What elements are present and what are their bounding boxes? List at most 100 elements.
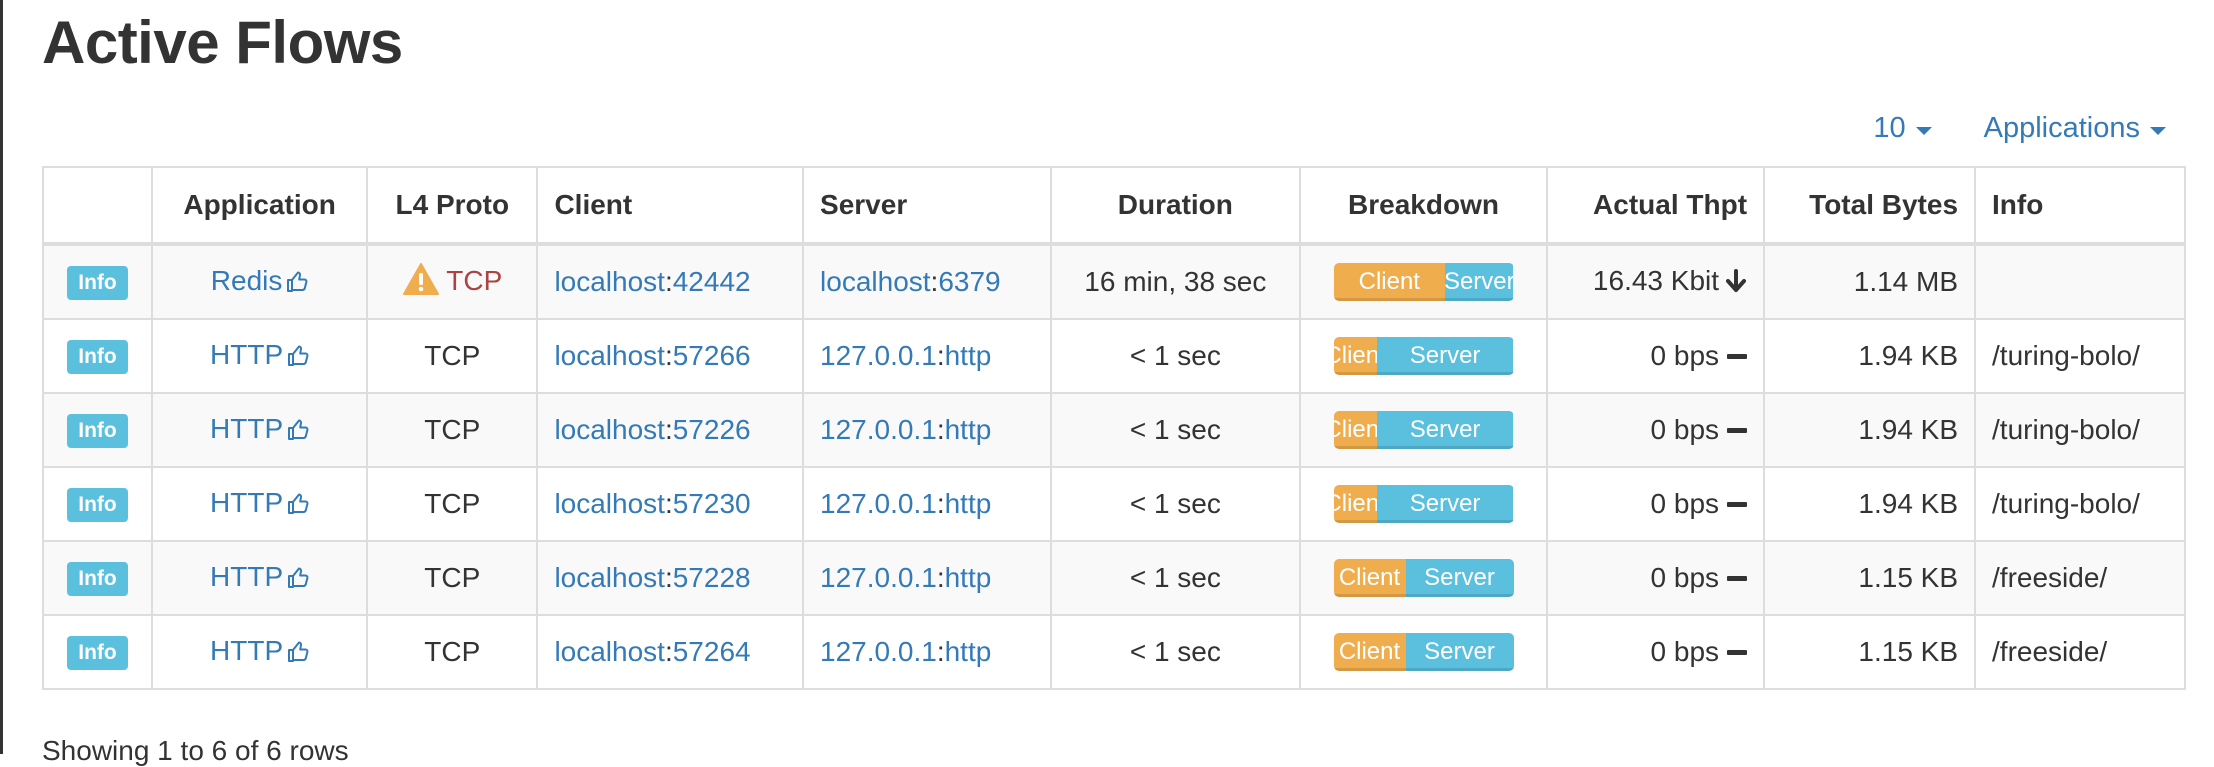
arrow-down-icon: [1725, 268, 1747, 300]
breakdown-server-segment: Server: [1376, 337, 1514, 375]
flows-table: Application L4 Proto Client Server Durat…: [41, 166, 2186, 690]
col-header-l4-proto[interactable]: L4 Proto: [366, 166, 539, 246]
breakdown-server-segment: Server: [1376, 411, 1514, 449]
proto-text: TCP: [424, 414, 481, 445]
thumbs-up-icon: [287, 638, 309, 670]
col-header-total-bytes[interactable]: Total Bytes: [1763, 166, 1977, 246]
warning-triangle-icon: [402, 262, 440, 303]
proto-cell: TCP: [366, 540, 539, 616]
minus-icon: [1727, 576, 1748, 581]
info-cell: /turing-bolo/: [1974, 318, 2186, 394]
throughput-cell: 0 bps: [1545, 614, 1766, 690]
client-host-link[interactable]: localhost: [554, 636, 665, 667]
info-button[interactable]: Info: [67, 266, 128, 300]
throughput-value: 0 bps: [1650, 562, 1720, 593]
proto-cell: TCP: [366, 614, 539, 690]
server-port-link[interactable]: http: [945, 636, 992, 667]
server-port-link[interactable]: http: [945, 340, 992, 371]
client-host-link[interactable]: localhost: [554, 414, 665, 445]
proto-cell: TCP: [366, 243, 539, 320]
client-host-link[interactable]: localhost: [554, 488, 665, 519]
client-cell: localhost:57228: [536, 540, 805, 616]
server-cell: 127.0.0.1:http: [802, 318, 1052, 394]
server-host-link[interactable]: 127.0.0.1: [820, 562, 937, 593]
client-host-link[interactable]: localhost: [554, 266, 665, 297]
proto-text: TCP: [446, 264, 503, 296]
client-port-link[interactable]: 57266: [673, 340, 751, 371]
breakdown-client-segment: Client: [1333, 485, 1377, 523]
server-host-link[interactable]: 127.0.0.1: [820, 414, 937, 445]
server-port-link[interactable]: http: [945, 488, 992, 519]
server-cell: 127.0.0.1:http: [802, 614, 1052, 690]
col-header-server[interactable]: Server: [802, 166, 1052, 246]
throughput-cell: 0 bps: [1545, 318, 1766, 394]
total-bytes-cell: 1.94 KB: [1763, 392, 1977, 468]
breakdown-server-segment: Server: [1376, 485, 1514, 523]
table-toolbar: 10 Applications: [1873, 112, 2166, 145]
info-button[interactable]: Info: [67, 562, 128, 596]
application-cell: HTTP: [151, 614, 369, 690]
total-bytes-cell: 1.15 KB: [1763, 614, 1977, 690]
info-button[interactable]: Info: [67, 488, 128, 522]
application-link[interactable]: HTTP: [210, 561, 283, 592]
client-host-link[interactable]: localhost: [554, 340, 665, 371]
info-button[interactable]: Info: [67, 340, 128, 374]
breakdown-bar: ClientServer: [1333, 337, 1514, 375]
table-row: Info HTTP TCP localhost:57264 127.0.0.1:http…: [41, 614, 2186, 690]
proto-cell: TCP: [366, 392, 539, 468]
breakdown-cell: ClientServer: [1299, 614, 1548, 690]
table-row: Info HTTP TCP localhost:57230 127.0.0.1:http…: [41, 466, 2186, 542]
col-header-info[interactable]: Info: [1974, 166, 2186, 246]
actions-cell: Info: [41, 540, 154, 616]
col-header-client[interactable]: Client: [536, 166, 805, 246]
col-header-application[interactable]: Application: [151, 166, 369, 246]
breakdown-client-segment: Client: [1333, 263, 1446, 301]
breakdown-client-segment: Client: [1333, 559, 1406, 597]
applications-filter-dropdown[interactable]: Applications: [1984, 112, 2166, 145]
application-link[interactable]: HTTP: [210, 413, 283, 444]
breakdown-bar: ClientServer: [1333, 263, 1514, 301]
application-link[interactable]: HTTP: [210, 339, 283, 370]
application-cell: HTTP: [151, 318, 369, 394]
client-port-link[interactable]: 57264: [673, 636, 751, 667]
info-button[interactable]: Info: [67, 636, 128, 670]
flows-table-body: Info Redis TCP localhost:42442 localhost:637…: [41, 243, 2186, 690]
server-host-link[interactable]: 127.0.0.1: [820, 340, 937, 371]
breakdown-bar: ClientServer: [1333, 633, 1514, 671]
breakdown-server-segment: Server: [1405, 559, 1514, 597]
server-host-link[interactable]: 127.0.0.1: [820, 636, 937, 667]
actions-cell: Info: [41, 243, 154, 320]
server-port-link[interactable]: http: [945, 414, 992, 445]
col-header-breakdown[interactable]: Breakdown: [1299, 166, 1548, 246]
server-host-link[interactable]: 127.0.0.1: [820, 488, 937, 519]
duration-cell: < 1 sec: [1049, 392, 1302, 468]
client-host-link[interactable]: localhost: [554, 562, 665, 593]
client-port-link[interactable]: 57226: [673, 414, 751, 445]
page-size-dropdown[interactable]: 10: [1873, 112, 1932, 145]
info-cell: /freeside/: [1974, 614, 2186, 690]
actions-cell: Info: [41, 466, 154, 542]
page-title: Active Flows: [42, 9, 403, 76]
table-row: Info HTTP TCP localhost:57228 127.0.0.1:http…: [41, 540, 2186, 616]
server-host-link[interactable]: localhost: [820, 266, 931, 297]
proto-cell: TCP: [366, 466, 539, 542]
client-port-link[interactable]: 57228: [673, 562, 751, 593]
col-header-actual-thpt[interactable]: Actual Thpt: [1545, 166, 1766, 246]
throughput-value: 0 bps: [1650, 340, 1720, 371]
info-button[interactable]: Info: [67, 414, 128, 448]
throughput-cell: 16.43 Kbit: [1545, 243, 1766, 320]
thumbs-up-icon: [287, 416, 309, 448]
throughput-value: 16.43 Kbit: [1592, 264, 1720, 296]
application-link[interactable]: Redis: [211, 265, 283, 296]
col-header-duration[interactable]: Duration: [1049, 166, 1302, 246]
application-cell: HTTP: [151, 466, 369, 542]
duration-cell: 16 min, 38 sec: [1049, 243, 1302, 320]
client-port-link[interactable]: 42442: [673, 266, 751, 297]
server-port-link[interactable]: 6379: [938, 266, 1000, 297]
application-link[interactable]: HTTP: [210, 487, 283, 518]
application-link[interactable]: HTTP: [210, 635, 283, 666]
client-port-link[interactable]: 57230: [673, 488, 751, 519]
client-cell: localhost:57230: [536, 466, 805, 542]
server-port-link[interactable]: http: [945, 562, 992, 593]
client-cell: localhost:57226: [536, 392, 805, 468]
